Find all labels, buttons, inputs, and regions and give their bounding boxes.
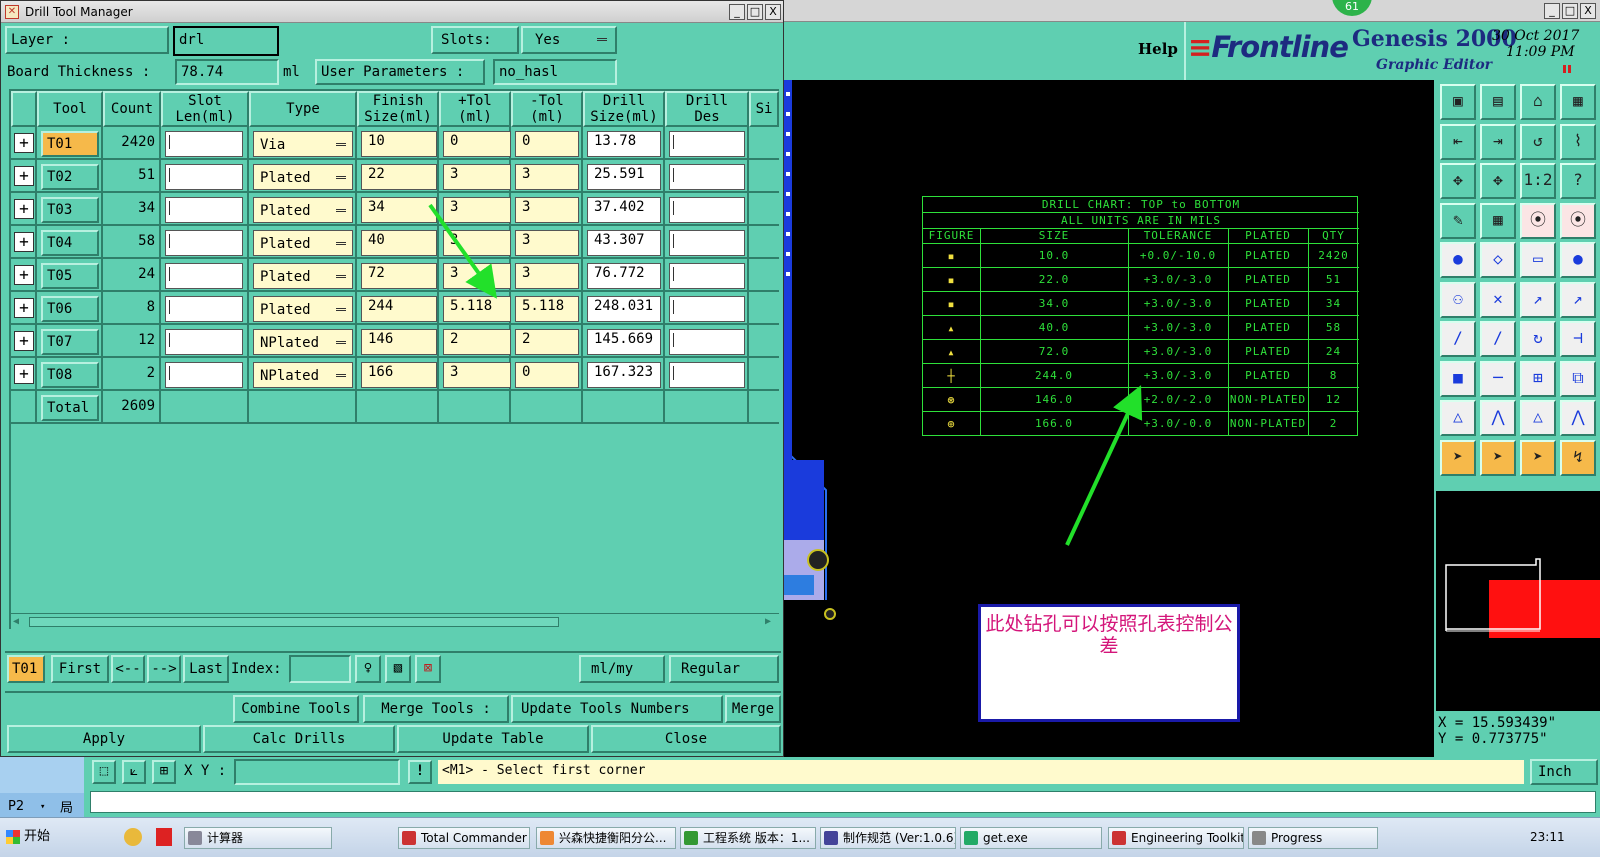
- route-tool-icon[interactable]: ↯: [1560, 439, 1596, 476]
- p2-chevron-icon[interactable]: ▾: [40, 802, 45, 812]
- taskbar: 开始 计算器 Total Commander 7.... 兴森快捷衡阳分公... 工程…: [0, 817, 1600, 857]
- taskbar-item[interactable]: 制作规范 (Ver:1.0.6): [820, 827, 956, 849]
- annotation-arrows: [428, 203, 1143, 546]
- dot-tool-icon[interactable]: ●: [1560, 242, 1596, 278]
- task-label: Progress: [1271, 831, 1323, 845]
- pad-tool-icon[interactable]: ●: [1440, 242, 1476, 278]
- command-input[interactable]: [90, 791, 1596, 813]
- execute-button[interactable]: !: [408, 760, 432, 784]
- task-icon: [540, 831, 554, 845]
- brush-tool-icon[interactable]: ✎: [1440, 202, 1476, 239]
- task-label: Engineering Toolkit 9...: [1131, 831, 1244, 845]
- signal-tool-icon[interactable]: ⦿: [1520, 202, 1556, 239]
- grid-tool-icon[interactable]: ▦: [1560, 84, 1596, 120]
- task-icon: [684, 831, 698, 845]
- coord-x: X = 15.593439": [1438, 715, 1557, 731]
- task-icon: [402, 831, 416, 845]
- home-tool-icon[interactable]: ⌂: [1520, 84, 1556, 120]
- peak-tool-icon[interactable]: ⋀: [1560, 400, 1596, 436]
- taskbar-item[interactable]: get.exe: [960, 827, 1102, 849]
- peak-tool-icon[interactable]: ⋀: [1480, 400, 1516, 436]
- grid-tool-icon[interactable]: ▦: [1480, 202, 1516, 239]
- taskbar-item[interactable]: 计算器: [184, 827, 332, 849]
- pointer-tool-icon[interactable]: ➤: [1480, 439, 1516, 476]
- layer-tool-icon[interactable]: ▣: [1440, 84, 1476, 120]
- taskbar-item[interactable]: Progress: [1248, 827, 1378, 849]
- coord-y: Y = 0.773775": [1438, 731, 1548, 747]
- xy-input[interactable]: [234, 759, 400, 785]
- arrow-tool-icon[interactable]: ↗: [1560, 281, 1596, 318]
- task-icon: [1252, 831, 1266, 845]
- task-label: 制作规范 (Ver:1.0.6): [843, 831, 956, 845]
- line-tool-icon[interactable]: /: [1440, 321, 1476, 357]
- taskbar-item[interactable]: Engineering Toolkit 9...: [1108, 827, 1244, 849]
- taskbar-item[interactable]: Total Commander 7....: [398, 827, 530, 849]
- fit-tool-icon[interactable]: ✥: [1440, 163, 1476, 199]
- pdf-icon[interactable]: [156, 828, 172, 846]
- wave-tool-icon[interactable]: ⌇: [1560, 123, 1596, 160]
- task-icon: [1112, 831, 1126, 845]
- p2-label[interactable]: P2: [8, 799, 24, 814]
- help-tool-icon[interactable]: ?: [1560, 163, 1596, 199]
- overview-panel[interactable]: [1434, 491, 1600, 711]
- task-icon: [964, 831, 978, 845]
- start-label: 开始: [24, 829, 51, 844]
- task-label: Total Commander 7....: [421, 831, 529, 845]
- arrow-tool-icon[interactable]: ↗: [1520, 281, 1556, 318]
- signal-tool-icon[interactable]: ⦿: [1560, 202, 1596, 239]
- task-icon: [824, 831, 838, 845]
- bar-tool-icon[interactable]: ─: [1480, 360, 1516, 397]
- left-tool-icon[interactable]: ⇤: [1440, 123, 1476, 160]
- arc-tool-icon[interactable]: ↻: [1520, 321, 1556, 357]
- right-tool-icon[interactable]: ⇥: [1480, 123, 1516, 160]
- copy-tool-icon[interactable]: ⧉: [1560, 360, 1596, 397]
- center-tool-icon[interactable]: ✥: [1480, 163, 1516, 199]
- node-tool-icon[interactable]: ⚇: [1440, 281, 1476, 318]
- taskbar-item[interactable]: 兴森快捷衡阳分公...: [536, 827, 676, 849]
- command-input-row: [84, 787, 1600, 817]
- task-label: 工程系统 版本：1...: [703, 831, 810, 845]
- task-label: get.exe: [983, 831, 1028, 845]
- zoom-tool-icon[interactable]: 1:2: [1520, 163, 1556, 199]
- ruler-tool-icon[interactable]: ▭: [1520, 242, 1556, 278]
- quicklaunch-icon[interactable]: [124, 828, 142, 846]
- prompt-text: <M1> - Select first corner: [438, 760, 1524, 784]
- units-select[interactable]: Inch: [1530, 759, 1598, 785]
- tri-tool-icon[interactable]: △: [1440, 400, 1476, 436]
- pointer-tool-icon[interactable]: ➤: [1440, 439, 1476, 476]
- units-select-value: Inch: [1538, 764, 1572, 780]
- tool-palette: ▣ ▤ ⌂ ▦ ⇤ ⇥ ↺ ⌇ ✥ ✥ 1:2? ✎ ▦ ⦿ ⦿ ● ◇ ▭ ● ⚇ ✕ ↗ ↗ / / ↻ ⊣ ■ ─ ⊞ ⧉ △ ⋀ △ ⋀ ➤ ➤…: [1434, 80, 1600, 491]
- undo-tool-icon[interactable]: ↺: [1520, 123, 1556, 160]
- taskbar-item[interactable]: 工程系统 版本：1...: [680, 827, 816, 849]
- task-label: 计算器: [207, 831, 244, 845]
- tri-tool-icon[interactable]: △: [1520, 400, 1556, 436]
- cursor-coordinates: X = 15.593439" Y = 0.773775": [1434, 711, 1600, 757]
- line-tool-icon[interactable]: /: [1480, 321, 1516, 357]
- zoom-window-icon[interactable]: ⬚: [92, 760, 116, 784]
- pads-tool-icon[interactable]: ■: [1440, 360, 1476, 397]
- measure-icon[interactable]: ⟀: [122, 760, 146, 784]
- edge-tool-icon[interactable]: ⊣: [1560, 321, 1596, 357]
- grid-icon[interactable]: ⊞: [152, 760, 176, 784]
- command-line: ⬚ ⟀ ⊞ X Y : ! <M1> - Select first corner…: [84, 757, 1600, 787]
- layer-panel: P2 ▾ 局域: [0, 757, 84, 835]
- pointer-tool-icon[interactable]: ➤: [1520, 439, 1556, 476]
- annotation-note: 此处钻孔可以按照孔表控制公差: [978, 604, 1240, 722]
- start-button[interactable]: 开始: [4, 826, 52, 848]
- cross-tool-icon[interactable]: ✕: [1480, 281, 1516, 318]
- xy-label: X Y :: [184, 763, 227, 779]
- layer-tool-icon[interactable]: ▤: [1480, 84, 1516, 120]
- task-label: 兴森快捷衡阳分公...: [559, 831, 667, 845]
- poly-tool-icon[interactable]: ◇: [1480, 242, 1516, 278]
- measure-tool-icon[interactable]: ⊞: [1520, 360, 1556, 397]
- task-icon: [188, 831, 202, 845]
- clock: 23:11: [1530, 830, 1565, 844]
